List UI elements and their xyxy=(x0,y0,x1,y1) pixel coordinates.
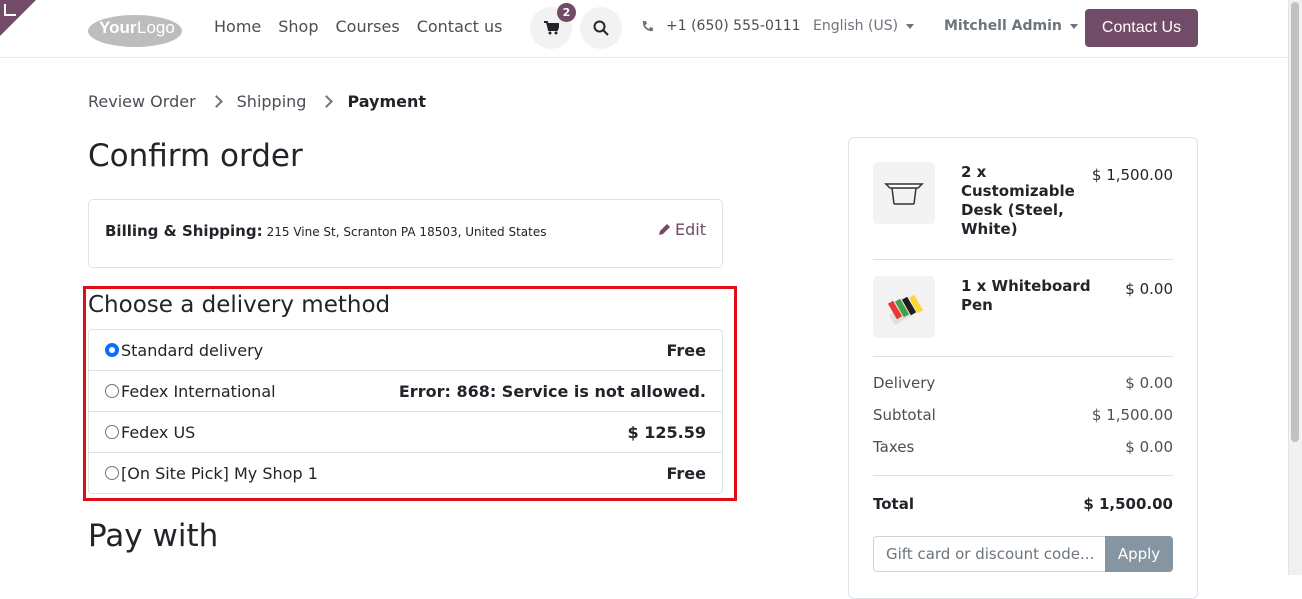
nav-courses[interactable]: Courses xyxy=(336,17,400,36)
total-line: Total $ 1,500.00 xyxy=(873,495,1173,513)
breadcrumb-payment: Payment xyxy=(347,92,427,111)
subtotal-value: $ 1,500.00 xyxy=(1091,406,1173,424)
chevron-down-icon xyxy=(906,23,915,29)
product-image[interactable] xyxy=(873,276,935,338)
search-button[interactable] xyxy=(580,7,622,49)
chevron-down-icon xyxy=(1069,23,1078,29)
product-image[interactable] xyxy=(873,162,935,224)
subtotal-label: Subtotal xyxy=(873,406,936,424)
promo-code-input[interactable] xyxy=(873,536,1105,572)
chevron-right-icon xyxy=(320,95,334,108)
your-logo[interactable]: Your Logo xyxy=(87,12,183,48)
divider xyxy=(873,259,1173,260)
delivery-option-price: Error: 868: Service is not allowed. xyxy=(398,381,706,401)
billing-label: Billing & Shipping: xyxy=(105,222,263,240)
nav-home[interactable]: Home xyxy=(214,17,261,36)
language-selector[interactable]: English (US) xyxy=(813,18,915,34)
delivery-option-price: $ 125.59 xyxy=(627,422,706,442)
svg-text:Logo: Logo xyxy=(137,18,175,37)
svg-text:Your: Your xyxy=(99,18,137,37)
subtotal-line: Subtotal $ 1,500.00 xyxy=(873,406,1173,424)
breadcrumb-shipping[interactable]: Shipping xyxy=(237,92,307,111)
billing-address: 215 Vine St, Scranton PA 18503, United S… xyxy=(266,225,547,239)
phone-icon xyxy=(642,20,653,31)
apply-button[interactable]: Apply xyxy=(1105,536,1173,572)
chevron-right-icon xyxy=(209,95,223,108)
delivery-option-name: Fedex US xyxy=(121,422,196,442)
nav-contact-us[interactable]: Contact us xyxy=(417,17,503,36)
radio-onsite-pick[interactable] xyxy=(105,466,119,480)
nav-shop[interactable]: Shop xyxy=(278,17,318,36)
pencil-icon xyxy=(659,224,671,235)
delivery-label: Delivery xyxy=(873,374,936,392)
phone-number: +1 (650) 555-0111 xyxy=(666,18,801,34)
cart-icon xyxy=(543,21,559,35)
main-nav: Home Shop Courses Contact us xyxy=(214,17,520,36)
product-name: 1 x Whiteboard Pen xyxy=(961,277,1091,314)
radio-fedex-us[interactable] xyxy=(105,425,119,439)
billing-text: Billing & Shipping: 215 Vine St, Scranton… xyxy=(105,222,547,240)
user-name: Mitchell Admin xyxy=(944,18,1062,34)
radio-fedex-international[interactable] xyxy=(105,384,119,398)
delivery-option-name: [On Site Pick] My Shop 1 xyxy=(121,463,318,483)
delivery-option-price: Free xyxy=(666,463,707,483)
delivery-method-list: Standard delivery Free Fedex Internation… xyxy=(88,329,723,494)
delivery-option-name: Standard delivery xyxy=(121,340,264,360)
desk-icon xyxy=(884,183,924,205)
promo-code-group: Apply xyxy=(873,536,1173,572)
scrollbar-thumb[interactable] xyxy=(1291,2,1299,442)
product-name: 2 x Customizable Desk (Steel, White) xyxy=(961,163,1075,238)
divider xyxy=(873,356,1173,357)
billing-shipping-card: Billing & Shipping: 215 Vine St, Scranton… xyxy=(88,199,723,268)
delivery-value: $ 0.00 xyxy=(1125,374,1173,392)
page-title: Confirm order xyxy=(88,138,303,174)
delivery-option-fedex-international[interactable]: Fedex International Error: 868: Service … xyxy=(89,370,722,411)
delivery-option-standard[interactable]: Standard delivery Free xyxy=(89,330,722,370)
phone-link[interactable]: +1 (650) 555-0111 xyxy=(641,18,801,34)
product-price: $ 1,500.00 xyxy=(1091,166,1173,184)
header: Your Logo Home Shop Courses Contact us 2… xyxy=(0,0,1288,58)
delivery-option-price: Free xyxy=(666,340,707,360)
cart-count-badge: 2 xyxy=(557,3,576,22)
taxes-line: Taxes $ 0.00 xyxy=(873,438,1173,456)
order-summary: 2 x Customizable Desk (Steel, White) $ 1… xyxy=(848,137,1198,599)
delivery-option-onsite-pick[interactable]: [On Site Pick] My Shop 1 Free xyxy=(89,452,722,493)
pens-icon xyxy=(887,294,924,325)
corner-icon xyxy=(4,4,16,16)
language-label: English (US) xyxy=(813,18,899,34)
divider xyxy=(873,475,1173,476)
breadcrumb-review-order[interactable]: Review Order xyxy=(88,92,196,111)
user-menu[interactable]: Mitchell Admin xyxy=(944,18,1078,34)
edit-label: Edit xyxy=(675,220,706,239)
delivery-line: Delivery $ 0.00 xyxy=(873,374,1173,392)
pay-with-title: Pay with xyxy=(88,518,219,554)
delivery-method-title: Choose a delivery method xyxy=(88,292,391,318)
delivery-option-fedex-us[interactable]: Fedex US $ 125.59 xyxy=(89,411,722,452)
breadcrumb: Review Order Shipping Payment xyxy=(88,92,426,111)
total-label: Total xyxy=(873,495,914,513)
product-price: $ 0.00 xyxy=(1125,280,1173,298)
taxes-value: $ 0.00 xyxy=(1125,438,1173,456)
contact-us-button[interactable]: Contact Us xyxy=(1085,9,1198,47)
taxes-label: Taxes xyxy=(873,438,915,456)
search-icon xyxy=(593,20,609,36)
edit-address-link[interactable]: Edit xyxy=(658,220,706,239)
total-value: $ 1,500.00 xyxy=(1083,495,1173,513)
radio-standard-delivery[interactable] xyxy=(105,343,119,357)
delivery-option-name: Fedex International xyxy=(121,381,276,401)
